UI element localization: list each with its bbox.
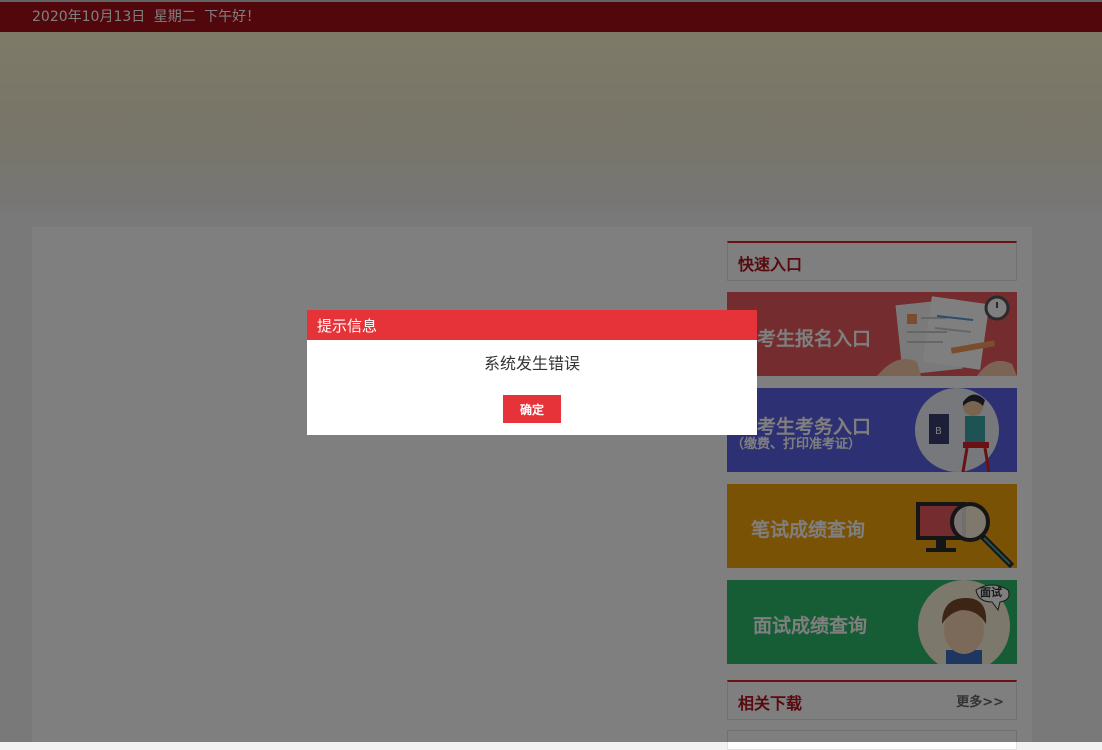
- dialog-message: 系统发生错误: [483, 354, 580, 373]
- dialog-header: 提示信息: [307, 310, 757, 340]
- alert-dialog: 提示信息 系统发生错误 确定: [307, 310, 757, 435]
- confirm-button[interactable]: 确定: [503, 395, 561, 423]
- dialog-title: 提示信息: [317, 317, 378, 335]
